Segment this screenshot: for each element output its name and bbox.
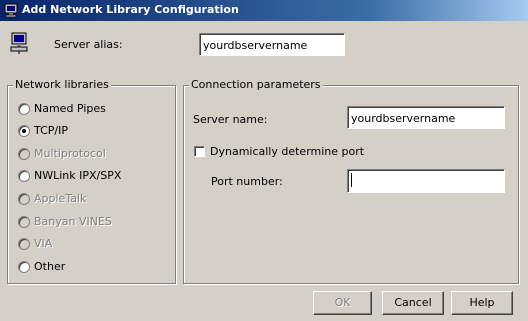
port-number-input[interactable] xyxy=(347,169,505,193)
port-number-label: Port number: xyxy=(211,175,283,188)
server-alias-input[interactable]: yourdbservername xyxy=(199,33,345,56)
radio-multiprotocol xyxy=(18,148,30,160)
radio-named-pipes[interactable] xyxy=(18,103,30,115)
dynamic-port-label[interactable]: Dynamically determine port xyxy=(210,145,364,158)
dynamic-port-checkbox[interactable] xyxy=(194,146,205,157)
radio-label-appletalk: AppleTalk xyxy=(34,192,87,205)
network-computer-icon xyxy=(3,3,19,21)
help-button[interactable]: Help xyxy=(451,291,513,315)
radio-nwlink-ipx-spx[interactable] xyxy=(18,170,30,182)
radio-label-other[interactable]: Other xyxy=(34,260,65,273)
server-name-input[interactable]: yourdbservername xyxy=(347,106,505,129)
ok-button[interactable]: OK xyxy=(313,291,372,315)
radio-label-via: VIA xyxy=(34,237,53,250)
radio-label-multiprotocol: Multiprotocol xyxy=(34,147,106,160)
radio-other[interactable] xyxy=(18,261,30,273)
radio-banyan-vines xyxy=(18,216,30,228)
cancel-button[interactable]: Cancel xyxy=(382,291,444,315)
radio-label-banyan-vines: Banyan VINES xyxy=(34,215,112,228)
radio-label-tcp-ip[interactable]: TCP/IP xyxy=(34,124,68,137)
radio-label-nwlink-ipx-spx[interactable]: NWLink IPX/SPX xyxy=(34,169,121,182)
server-alias-icon xyxy=(9,32,31,57)
text-caret xyxy=(351,173,352,187)
radio-selected-dot xyxy=(22,129,26,133)
radio-label-named-pipes[interactable]: Named Pipes xyxy=(34,102,106,115)
server-alias-label: Server alias: xyxy=(54,38,123,51)
title-bar[interactable]: Add Network Library Configuration xyxy=(0,0,528,21)
network-libraries-legend: Network libraries xyxy=(13,78,111,91)
connection-parameters-legend: Connection parameters xyxy=(189,78,323,91)
radio-via xyxy=(18,238,30,250)
window-title: Add Network Library Configuration xyxy=(22,3,239,16)
server-name-label: Server name: xyxy=(193,113,268,126)
radio-tcp-ip[interactable] xyxy=(18,125,30,137)
radio-appletalk xyxy=(18,193,30,205)
